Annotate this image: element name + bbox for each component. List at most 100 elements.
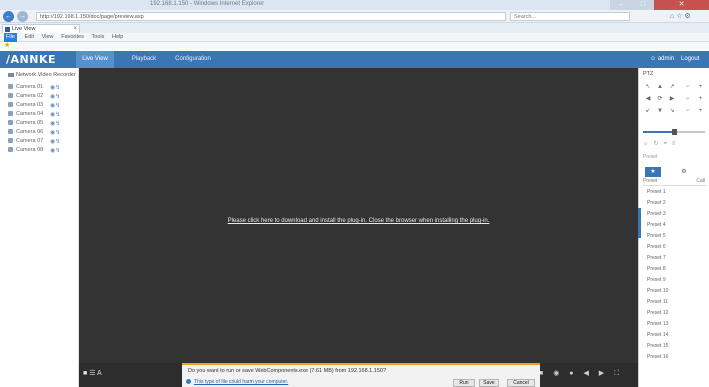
plugin-download-link[interactable]: Please click here to download and instal… [79,218,638,224]
record-icon[interactable]: ◉↯ [50,129,60,136]
favorites-star-icon[interactable]: ★ [4,42,10,50]
ptz-left-icon[interactable]: ◀ [642,93,654,105]
iris-close-icon[interactable]: − [681,105,694,117]
star-icon[interactable]: ☆ [676,13,682,20]
ptz-down-right-icon[interactable]: ↘ [666,105,678,117]
url-input[interactable]: http://192.168.1.150/doc/page/preview.as… [36,12,506,21]
camera-item[interactable]: Camera 01 ◉↯ [8,84,76,91]
preset-item[interactable]: Preset 5 [643,231,707,242]
ptz-speed-slider[interactable] [643,129,705,135]
camera-item[interactable]: Camera 03 ◉↯ [8,102,76,109]
camera-item[interactable]: Camera 07 ◉↯ [8,138,76,145]
panel-scroll-handle[interactable] [638,208,641,238]
device-root[interactable]: Network Video Recorder [8,72,76,78]
camera-item[interactable]: Camera 02 ◉↯ [8,93,76,100]
record-icon[interactable]: ◉↯ [50,138,60,145]
preset-item[interactable]: Preset 1 [643,187,707,198]
stop-all-icon[interactable]: ■ [539,370,547,377]
browser-search-input[interactable]: Search... [510,12,630,21]
iris-open-icon[interactable]: + [694,105,707,117]
preset-item[interactable]: Preset 16 [643,352,707,363]
camera-item[interactable]: Camera 08 ◉↯ [8,147,76,154]
focus-near-icon[interactable]: − [681,93,694,105]
preset-item[interactable]: Preset 6 [643,242,707,253]
browser-tools-icons[interactable]: ⌂ ☆ ⚙ [670,12,691,20]
preset-item[interactable]: Preset 3 [643,209,707,220]
back-button[interactable]: ← [3,11,14,22]
record-icon[interactable]: ◉↯ [50,93,60,100]
run-button[interactable]: Run [453,379,475,387]
preset-item[interactable]: Preset 8 [643,264,707,275]
camera-icon [8,111,13,117]
ptz-down-left-icon[interactable]: ↙ [642,105,654,117]
menu-tools[interactable]: Tools [92,33,105,42]
gear-icon[interactable]: ⚙ [684,13,690,20]
zoom-in-icon[interactable]: + [694,81,707,93]
window-layout-icon[interactable]: ■ [83,370,87,377]
menu-favorites[interactable]: Favorites [61,33,84,42]
ptz-up-right-icon[interactable]: ↗ [666,81,678,93]
record-all-icon[interactable]: ● [569,370,577,377]
maximize-button[interactable]: □ [632,0,654,10]
light-icon[interactable]: ☼ [643,141,654,147]
aspect-icon[interactable]: A [97,370,102,377]
layout-controls[interactable]: ■ ☰ A [83,369,102,377]
preset-item[interactable]: Preset 10 [643,286,707,297]
forward-button[interactable]: → [17,11,28,22]
camera-item[interactable]: Camera 04 ◉↯ [8,111,76,118]
preset-item[interactable]: Preset 4 [643,220,707,231]
preset-item[interactable]: Preset 12 [643,308,707,319]
menu-icon[interactable]: ≡ [672,141,681,147]
fullscreen-icon[interactable]: ⛶ [614,370,623,377]
preset-item[interactable]: Preset 9 [643,275,707,286]
wiper-icon[interactable]: ↻ [654,141,664,147]
warning-text[interactable]: This type of file could harm your comput… [194,379,288,385]
tab-close-icon[interactable]: × [73,25,77,33]
preset-item[interactable]: Preset 15 [643,341,707,352]
ptz-auto-icon[interactable]: ⟳ [654,93,666,105]
preset-item[interactable]: Preset 2 [643,198,707,209]
tab-patrol[interactable]: ⚙ [676,167,692,177]
playback-controls[interactable]: ■ ◉ ● ◀ ▶ ⛶ [539,369,623,378]
menu-help[interactable]: Help [112,33,123,42]
preset-item[interactable]: Preset 7 [643,253,707,264]
ptz-down-icon[interactable]: ▼ [654,105,666,117]
user-menu[interactable]: ☺ admin [650,51,674,68]
preset-item[interactable]: Preset 11 [643,297,707,308]
ptz-up-left-icon[interactable]: ↖ [642,81,654,93]
tab-configuration[interactable]: Configuration [168,51,218,68]
record-icon[interactable]: ◉↯ [50,120,60,127]
tab-playback[interactable]: Playback [124,51,164,68]
record-icon[interactable]: ◉↯ [50,147,60,154]
focus-icon[interactable]: ⌖ [664,141,672,147]
camera-item[interactable]: Camera 05 ◉↯ [8,120,76,127]
save-button[interactable]: Save [479,379,499,387]
record-icon[interactable]: ◉↯ [50,102,60,109]
focus-far-icon[interactable]: + [694,93,707,105]
cancel-button[interactable]: Cancel [507,379,535,387]
minimize-button[interactable]: – [610,0,632,10]
browser-tab[interactable]: Live View × [2,24,80,33]
menu-file[interactable]: File [4,33,17,42]
tab-preset[interactable]: ★ [645,167,661,177]
ptz-right-icon[interactable]: ▶ [666,93,678,105]
record-icon[interactable]: ◉↯ [50,111,60,118]
zoom-out-icon[interactable]: − [681,81,694,93]
next-page-icon[interactable]: ▶ [599,370,608,377]
menu-edit[interactable]: Edit [25,33,34,42]
stream-type-icon[interactable]: ☰ [89,370,95,377]
record-icon[interactable]: ◉↯ [50,84,60,91]
tab-live-view[interactable]: Live View [76,51,114,68]
speed-slider-knob[interactable] [672,129,677,135]
close-window-button[interactable]: ✕ [654,0,709,10]
preset-item[interactable]: Preset 13 [643,319,707,330]
menu-view[interactable]: View [42,33,54,42]
capture-icon[interactable]: ◉ [553,370,563,377]
live-video-area[interactable]: Please click here to download and instal… [79,68,638,363]
preset-item[interactable]: Preset 14 [643,330,707,341]
ptz-up-icon[interactable]: ▲ [654,81,666,93]
home-icon[interactable]: ⌂ [670,13,674,20]
prev-page-icon[interactable]: ◀ [583,370,592,377]
logout-button[interactable]: Logout [681,51,699,68]
camera-item[interactable]: Camera 06 ◉↯ [8,129,76,136]
